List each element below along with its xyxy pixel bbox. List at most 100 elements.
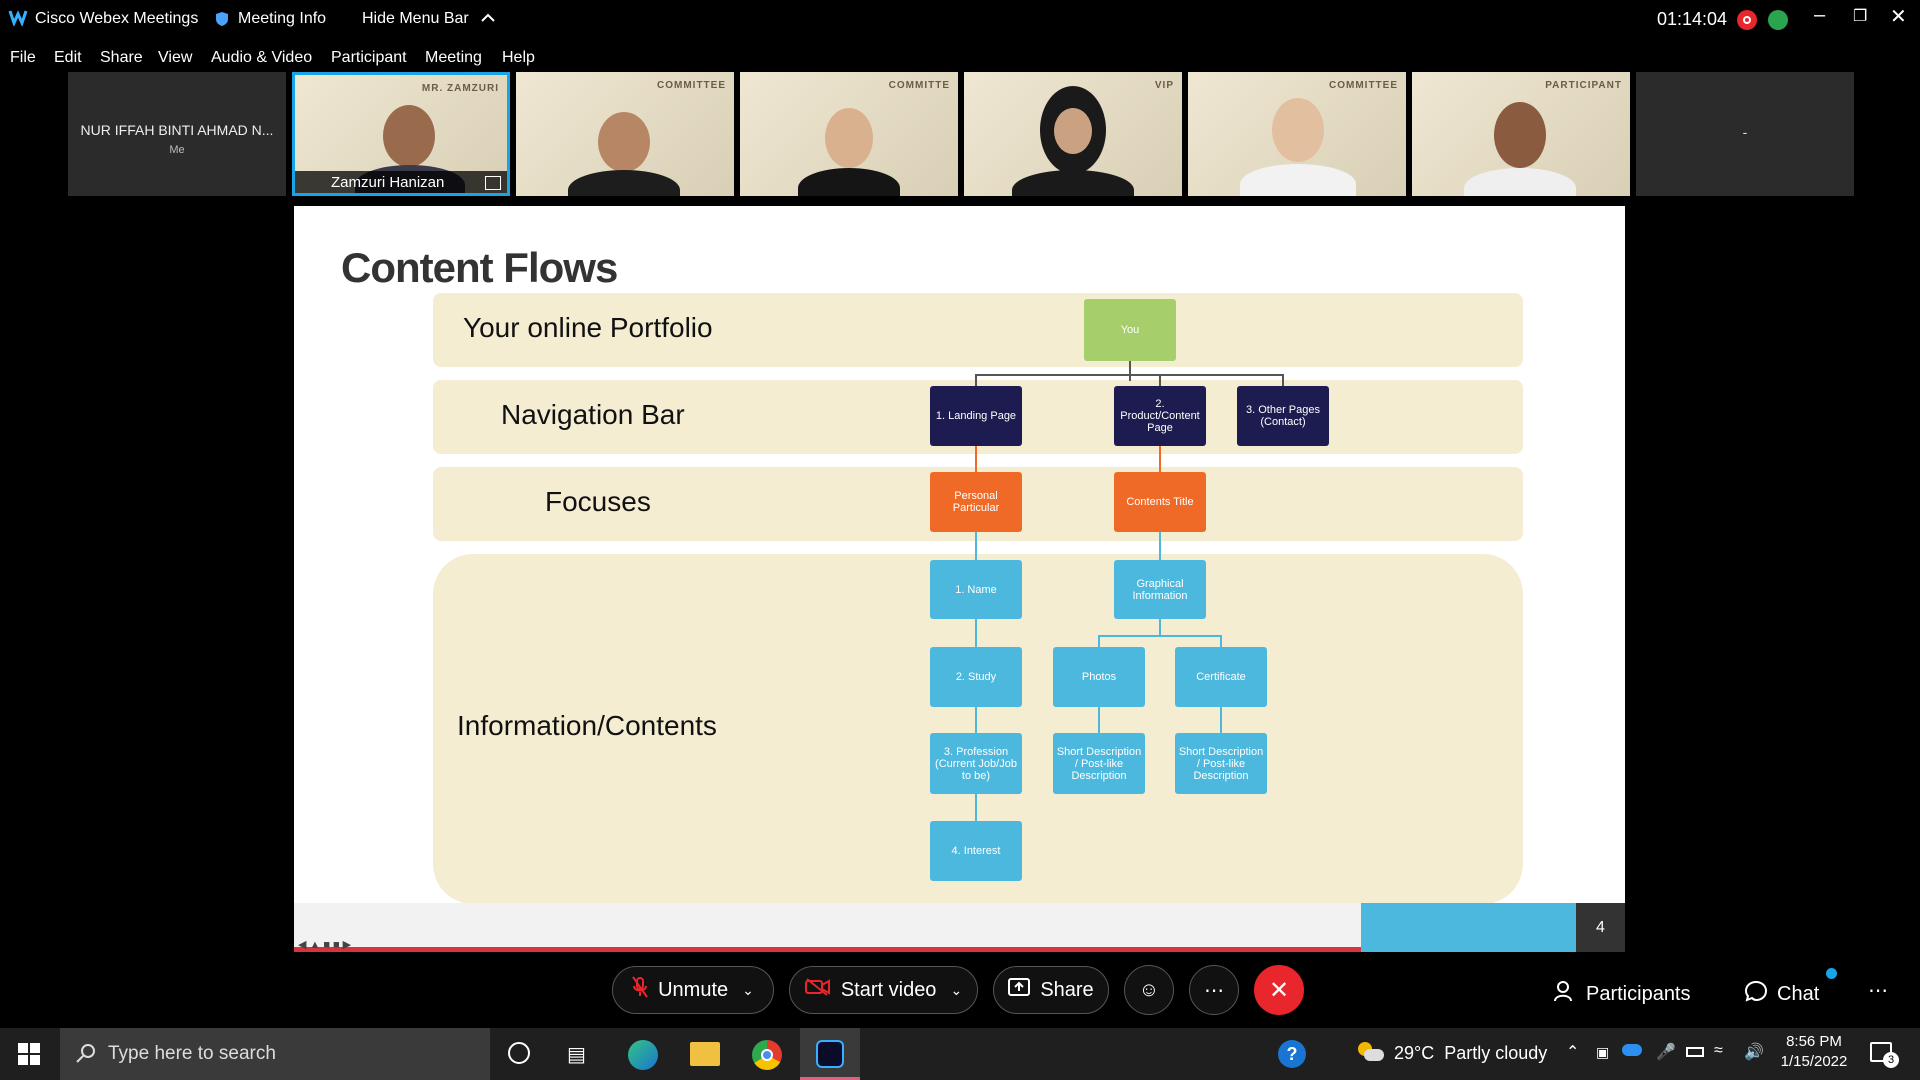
task-view-icon[interactable]: ▤	[567, 1042, 586, 1067]
row-label: Information/Contents	[457, 710, 717, 741]
share-screen-icon	[485, 176, 501, 190]
participant-tile[interactable]: COMMITTEE	[516, 72, 734, 196]
participants-button[interactable]: Participants	[1554, 980, 1691, 1008]
chrome-icon[interactable]	[752, 1040, 782, 1070]
app-title: Cisco Webex Meetings	[35, 10, 199, 27]
chat-button[interactable]: Chat	[1744, 980, 1820, 1008]
menu-share[interactable]: Share	[100, 49, 143, 67]
start-video-button[interactable]: Start video ⌄	[789, 966, 978, 1014]
row-label: Focuses	[545, 486, 651, 517]
participant-tag: COMMITTEE	[1329, 80, 1398, 91]
microphone-icon[interactable]: 🎤	[1656, 1042, 1676, 1062]
close-icon[interactable]: ✕	[1890, 4, 1907, 29]
notification-count-badge: 3	[1883, 1052, 1899, 1068]
edge-icon[interactable]	[628, 1040, 658, 1070]
self-name: NUR IFFAH BINTI AHMAD N...	[80, 122, 274, 138]
menu-edit[interactable]: Edit	[54, 49, 82, 67]
end-meeting-button[interactable]: ✕	[1254, 965, 1304, 1015]
more-options-icon[interactable]: ⋯	[1189, 965, 1239, 1015]
unmute-button[interactable]: Unmute ⌄	[612, 966, 774, 1014]
slide-nav-controls[interactable]: ◀▲■■▶	[298, 938, 354, 951]
chat-label: Chat	[1777, 982, 1820, 1005]
active-speaker-name: Zamzuri Hanizan	[331, 174, 445, 191]
weather-icon	[1358, 1042, 1384, 1062]
volume-icon[interactable]: 🔊	[1744, 1042, 1764, 1062]
network-health-icon[interactable]	[1768, 10, 1788, 30]
restore-icon[interactable]: ❐	[1853, 6, 1867, 26]
menu-file[interactable]: File	[10, 49, 36, 67]
cortana-icon[interactable]	[508, 1042, 530, 1064]
row-label: Your online Portfolio	[463, 312, 713, 343]
share-button[interactable]: Share	[993, 966, 1109, 1014]
meeting-controls: Unmute ⌄ Start video ⌄ Share ☺ ⋯ ✕ Parti…	[0, 952, 1920, 1028]
wifi-icon[interactable]: ≈	[1714, 1042, 1723, 1060]
participant-tile[interactable]: COMMITTEE	[1188, 72, 1406, 196]
weather-text[interactable]: 29°C Partly cloudy	[1394, 1043, 1547, 1064]
webex-taskbar-button[interactable]	[800, 1028, 860, 1080]
self-video-tile[interactable]: NUR IFFAH BINTI AHMAD N... Me	[68, 72, 286, 196]
flow-box-personal: Personal Particular	[930, 472, 1022, 532]
clock-time: 8:56 PM	[1786, 1033, 1842, 1050]
chevron-down-icon[interactable]: ⌄	[950, 982, 962, 999]
chevron-up-icon	[481, 10, 495, 28]
hide-menu-bar-button[interactable]: Hide Menu Bar	[362, 10, 495, 28]
menu-participant[interactable]: Participant	[331, 49, 407, 67]
participant-tile[interactable]: PARTICIPANT	[1412, 72, 1630, 196]
start-video-label: Start video	[840, 978, 937, 1001]
flow-box-study: 2. Study	[930, 647, 1022, 707]
participant-tile[interactable]: VIP	[964, 72, 1182, 196]
more-menu-icon[interactable]: ⋯	[1868, 978, 1888, 1003]
participant-tag: COMMITTE	[888, 80, 950, 91]
title-bar: Cisco Webex Meetings Meeting Info Hide M…	[0, 0, 1920, 42]
participants-icon	[1554, 980, 1576, 1008]
taskbar-clock[interactable]: 8:56 PM 1/15/2022	[1778, 1033, 1850, 1070]
slide-title: Content Flows	[341, 244, 618, 291]
search-icon	[76, 1043, 96, 1069]
windows-start-icon[interactable]	[18, 1043, 40, 1070]
share-icon	[1008, 978, 1031, 1002]
chat-icon	[1744, 980, 1768, 1008]
participant-tag: MR. ZAMZURI	[421, 83, 499, 94]
meet-now-icon[interactable]: ▣	[1596, 1044, 1609, 1061]
active-speaker-tile[interactable]: MR. ZAMZURI Zamzuri Hanizan	[292, 72, 510, 196]
onedrive-icon[interactable]	[1622, 1044, 1642, 1056]
flow-box-description: Short Description / Post-like Descriptio…	[1053, 733, 1145, 794]
meeting-info-button[interactable]: Meeting Info	[238, 10, 326, 28]
file-explorer-icon[interactable]	[690, 1042, 720, 1066]
taskbar: Type here to search ▤ ? 29°C Partly clou…	[0, 1028, 1920, 1080]
menu-audio-video[interactable]: Audio & Video	[211, 49, 312, 67]
participant-tile[interactable]: COMMITTE	[740, 72, 958, 196]
chevron-down-icon[interactable]: ⌄	[742, 982, 754, 999]
participants-label: Participants	[1586, 982, 1691, 1005]
flow-box-description: Short Description / Post-like Descriptio…	[1175, 733, 1267, 794]
menu-help[interactable]: Help	[502, 49, 535, 67]
help-icon[interactable]: ?	[1278, 1040, 1306, 1068]
participant-tag: VIP	[1154, 80, 1174, 91]
clock-date: 1/15/2022	[1780, 1053, 1848, 1070]
flow-box-you: You	[1084, 299, 1176, 361]
flow-box-profession: 3. Profession (Current Job/Job to be)	[930, 733, 1022, 794]
minimize-icon[interactable]: –	[1814, 4, 1825, 27]
mic-muted-icon	[632, 976, 648, 1004]
search-placeholder: Type here to search	[108, 1043, 276, 1064]
self-sub-label: Me	[169, 144, 185, 156]
menu-view[interactable]: View	[158, 49, 192, 67]
chevron-up-icon[interactable]: ⌃	[1566, 1042, 1579, 1062]
participant-tag: COMMITTEE	[657, 80, 726, 91]
webex-app-icon	[816, 1040, 844, 1068]
recording-icon[interactable]	[1737, 10, 1757, 30]
participant-tag: PARTICIPANT	[1545, 80, 1622, 91]
taskbar-search-input[interactable]: Type here to search	[60, 1028, 490, 1080]
video-off-icon	[804, 978, 831, 1002]
menu-meeting[interactable]: Meeting	[425, 49, 482, 67]
flow-box-interest: 4. Interest	[930, 821, 1022, 881]
battery-icon[interactable]	[1686, 1047, 1704, 1057]
flow-box-graphical: Graphical Information	[1114, 560, 1206, 619]
slide-footer	[294, 903, 1361, 952]
flow-box-other: 3. Other Pages (Contact)	[1237, 386, 1329, 446]
flow-box-certificate: Certificate	[1175, 647, 1267, 707]
reactions-icon[interactable]: ☺	[1124, 965, 1174, 1015]
shield-icon	[215, 11, 229, 32]
flow-box-product: 2. Product/Content Page	[1114, 386, 1206, 446]
participant-tile[interactable]: -	[1636, 72, 1854, 196]
